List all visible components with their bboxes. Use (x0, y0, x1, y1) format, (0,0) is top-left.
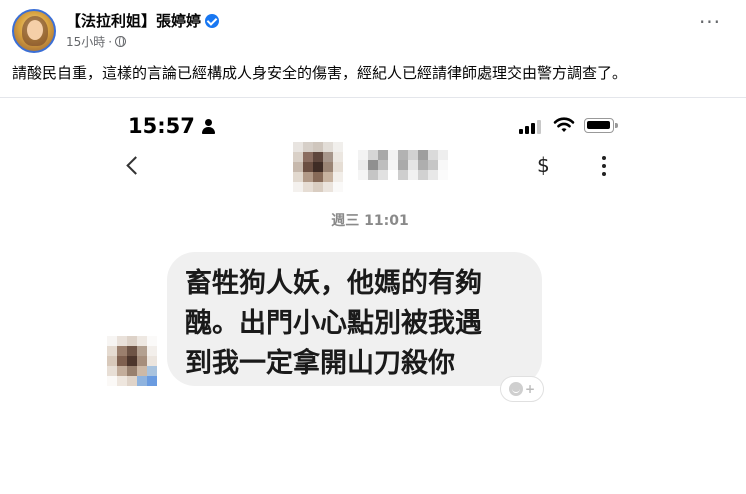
post-timestamp[interactable]: 15小時 (66, 33, 105, 50)
status-time-text: 15:57 (128, 114, 195, 138)
post-meta: 15小時 · (66, 33, 127, 50)
contact-avatar-pixelated[interactable] (293, 142, 343, 192)
smile-icon (508, 382, 523, 396)
message-bubble[interactable]: 畜牲狗人妖，他媽的有夠 醜。出門小心點別被我遇 到我一定拿開山刀殺你 (167, 252, 542, 386)
contact-name-redacted[interactable] (358, 150, 448, 180)
verified-badge-icon (205, 13, 220, 28)
author-name[interactable]: 【法拉利姐】張婷婷 (66, 10, 201, 31)
wifi-icon (553, 117, 575, 132)
meta-separator: · (108, 34, 113, 49)
add-reaction-button[interactable]: + (500, 376, 544, 402)
avatar-face (27, 20, 43, 40)
cellular-signal-icon (519, 120, 545, 134)
message-line-3: 到我一定拿開山刀殺你 (185, 348, 455, 379)
back-chevron-left-icon[interactable] (122, 152, 144, 180)
payment-button[interactable]: $ (537, 153, 550, 177)
status-bar-time: 15:57 (128, 114, 215, 138)
facebook-post-header: 【法拉利姐】張婷婷 15小時 · ··· 請酸民自重，這樣的言論已經構成人身安全… (0, 0, 746, 98)
person-icon (201, 118, 215, 134)
author-avatar[interactable] (12, 9, 56, 53)
author-name-row: 【法拉利姐】張婷婷 (66, 10, 220, 31)
post-more-options-button[interactable]: ··· (696, 12, 724, 40)
message-line-2: 醜。出門小心點別被我遇 (185, 308, 482, 339)
battery-icon (584, 118, 618, 133)
more-options-icon: ··· (698, 10, 722, 34)
sender-avatar-pixelated[interactable] (107, 336, 157, 386)
plus-icon: + (524, 382, 536, 396)
battery-fill (587, 121, 610, 129)
post-text: 請酸民自重，這樣的言論已經構成人身安全的傷害，經紀人已經請律師處理交由警方調查了… (12, 64, 628, 82)
date-separator: 週三 11:01 (331, 213, 409, 229)
kebab-menu-icon[interactable] (600, 156, 608, 178)
globe-icon[interactable] (115, 36, 127, 47)
messenger-screenshot: 15:57 $ 週三 11:01 畜牲狗人妖，他媽的有夠 醜。出門小心點別被我遇… (0, 98, 746, 494)
message-line-1: 畜牲狗人妖，他媽的有夠 (185, 268, 482, 299)
